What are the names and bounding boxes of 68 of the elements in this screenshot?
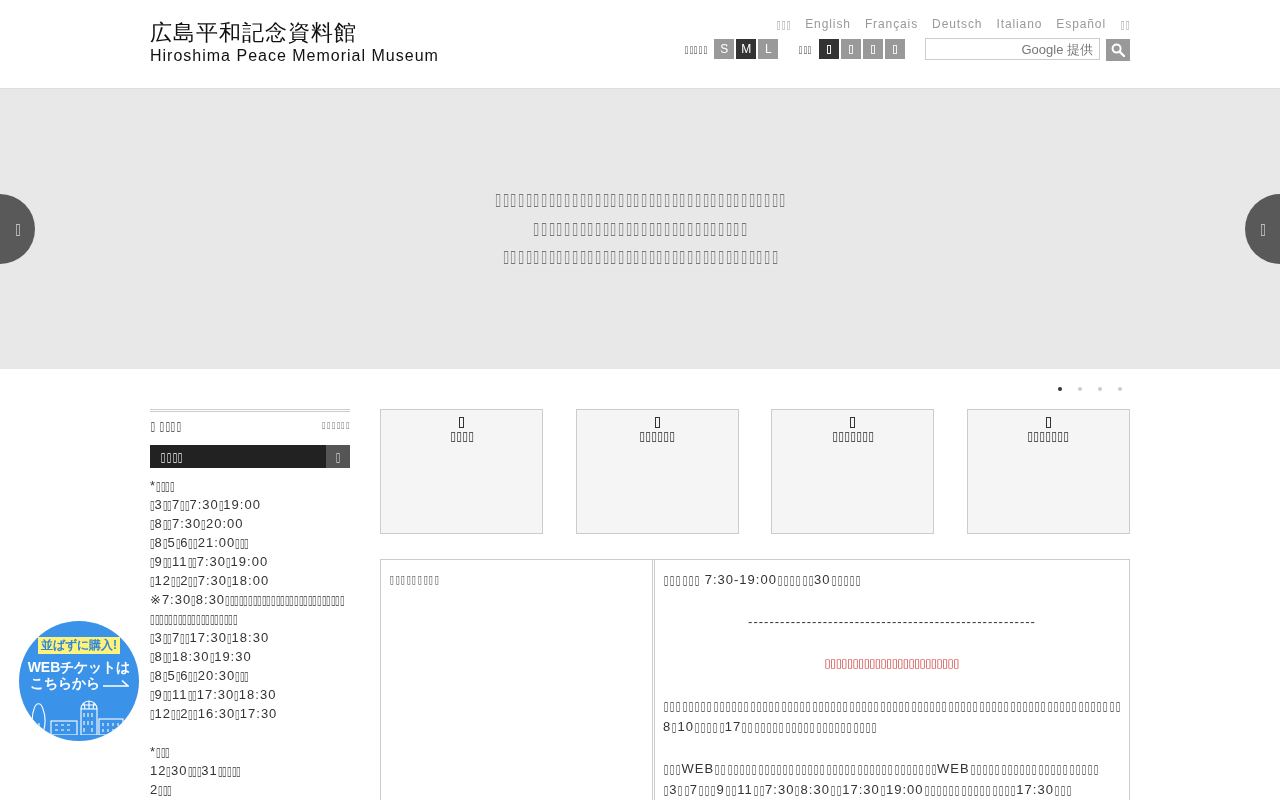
hours-summary: ▯▯▯▯▯▯ 7:30-19:00▯▯▯▯▯▯30▯▯▯▯▯ (663, 571, 862, 589)
search-icon (1111, 43, 1125, 57)
language-link[interactable]: Deutsch (932, 16, 983, 32)
sidebar-bar-title: ▯▯▯▯ (159, 449, 184, 464)
rectangle-icon (871, 44, 875, 54)
language-link[interactable]: Español (1056, 16, 1106, 32)
rectangle-icon (849, 44, 853, 54)
hours-text-line: *▯▯▯▯ (150, 477, 176, 495)
row-label: ▯▯▯▯▯▯▯▯▯ (389, 572, 440, 588)
alert-text: ▯▯▯▯▯▯▯▯▯▯▯▯▯▯▯▯▯▯▯▯▯▯▯▯ (823, 655, 961, 672)
text-size-option[interactable]: M (736, 39, 757, 59)
notice-paragraph: ▯▯▯▯▯▯▯▯▯▯▯▯▯▯▯▯▯▯▯▯▯▯▯▯▯▯▯▯▯▯▯▯▯▯▯▯▯▯▯▯▯▯▯▯▯▯▯▯▯▯▯▯▯▯▯▯▯▯▯▯▯▯▯▯▯▯▯▯▯▯▯▯▯▯8▯10▯▯▯▯▯17▯▯▯▯▯▯▯▯▯▯▯▯▯▯▯▯▯▯▯▯▯▯ (663, 698, 1121, 736)
hours-text-line: ※7:30▯8:30▯▯▯▯▯▯▯▯▯▯▯▯▯▯▯▯▯▯▯▯▯▯▯▯▯▯ (150, 591, 346, 609)
hours-text-line: *▯▯▯ (150, 743, 171, 761)
hours-text-line: ▯12▯▯2▯▯16:30▯17:30 (150, 705, 279, 723)
rectangle-icon (893, 44, 897, 54)
hours-text-line: ▯8▯▯18:30▯19:30 (150, 648, 253, 666)
rectangle-icon (1045, 417, 1051, 428)
hero-text-line: ▯▯▯▯▯▯▯▯▯▯▯▯▯▯▯▯▯▯▯▯▯▯▯▯▯▯▯▯ (532, 216, 748, 240)
rectangle-icon (850, 417, 856, 428)
rectangle-icon (827, 44, 831, 54)
language-link[interactable]: ▯▯ (1120, 16, 1130, 32)
notice-paragraph: ▯▯▯WEB▯▯▯▯▯▯▯▯▯▯▯▯▯▯▯▯▯▯▯▯▯▯▯▯▯▯▯▯▯▯▯▯▯▯▯▯WEB▯▯▯▯▯▯▯▯▯▯▯▯▯▯▯▯▯▯▯▯▯ ▯3▯▯7▯▯▯9▯▯11▯▯7:30▯8:30▯▯17:30▯19:00▯▯▯▯▯▯▯▯▯▯▯▯▯▯▯17:30▯▯▯ (663, 760, 1100, 799)
site-logo[interactable]: 広島平和記念資料館 Hiroshima Peace Memorial Museum (150, 19, 439, 66)
language-link[interactable]: ▯▯▯ (776, 16, 792, 32)
hours-text-line: ▯9▯▯11▯▯17:30▯18:30 (150, 686, 278, 704)
slide-dot[interactable] (1058, 387, 1062, 391)
text-size-label: ▯▯▯▯▯ (684, 43, 708, 55)
hours-text-line: ▯8▯▯7:30▯20:00 (150, 515, 245, 533)
hours-text-line: ▯9▯▯11▯▯7:30▯19:00 (150, 553, 270, 571)
hours-text-line: 12▯30▯▯▯31▯▯▯▯▯ (150, 762, 242, 780)
rectangle-icon (459, 417, 464, 428)
background-color-option[interactable] (841, 39, 861, 59)
sidebar-heading: ▯ ▯▯▯▯ (150, 417, 182, 433)
hours-text-line: ▯8▯5▯6▯▯21:00▯▯▯ (150, 534, 250, 552)
hero-text-line: ▯▯▯▯▯▯▯▯▯▯▯▯▯▯▯▯▯▯▯▯▯▯▯▯▯▯▯▯▯▯▯▯▯▯▯▯ (501, 245, 779, 269)
sidebar-bar-button[interactable]: ▯ (326, 445, 350, 468)
language-link[interactable]: English (805, 16, 851, 32)
hours-text-line: ▯3▯▯7▯▯7:30▯19:00 (150, 496, 262, 514)
search-field[interactable]: Google 提供 (925, 38, 1100, 60)
previous-slide-button[interactable]: ▯ (0, 194, 35, 264)
hours-text-line: 2▯▯▯ (150, 781, 173, 799)
slide-dot[interactable] (1098, 387, 1102, 391)
text-size-option[interactable]: L (758, 39, 779, 59)
language-link[interactable]: Italiano (996, 16, 1043, 32)
slide-dot[interactable] (1118, 387, 1122, 391)
sidebar-link[interactable]: ▯▯▯▯▯▯ (321, 420, 350, 430)
web-ticket-button[interactable]: 並ばずに購入! WEBチケットは こちらから (19, 621, 139, 741)
menu-card[interactable]: ▯▯▯▯▯▯ (575, 409, 739, 534)
menu-card[interactable]: ▯▯▯▯▯▯▯ (771, 409, 935, 534)
hero-text-line: ▯▯▯▯▯▯▯▯▯▯▯▯▯▯▯▯▯▯▯▯▯▯▯▯▯▯▯▯▯▯▯▯▯▯▯▯▯▯ (493, 188, 787, 212)
background-color-option[interactable] (863, 39, 883, 59)
text-size-option[interactable]: S (714, 39, 735, 59)
language-link[interactable]: Français (864, 16, 919, 32)
search-button[interactable] (1106, 39, 1130, 61)
menu-card[interactable]: ▯▯▯▯▯▯▯ (966, 409, 1130, 534)
menu-card[interactable]: ▯▯▯▯ (380, 409, 543, 534)
rectangle-icon (654, 417, 660, 428)
next-slide-button[interactable]: ▯ (1245, 194, 1280, 264)
slide-dot[interactable] (1078, 387, 1082, 391)
hours-text-line: ▯3▯▯7▯▯17:30▯18:30 (150, 629, 271, 647)
background-color-option[interactable] (885, 39, 905, 59)
hours-text-line: ▯12▯▯2▯▯7:30▯18:00 (150, 572, 271, 590)
hours-text-line: ▯▯▯▯▯▯▯▯▯▯▯▯▯▯▯▯▯▯▯ (150, 611, 239, 628)
hours-text-line: ▯8▯5▯6▯▯20:30▯▯▯ (150, 667, 250, 685)
dashed-divider-text: ------------------------------------------------------ (747, 613, 1037, 631)
background-color-option[interactable] (819, 39, 839, 59)
background-color-label: ▯▯▯ (798, 43, 812, 55)
